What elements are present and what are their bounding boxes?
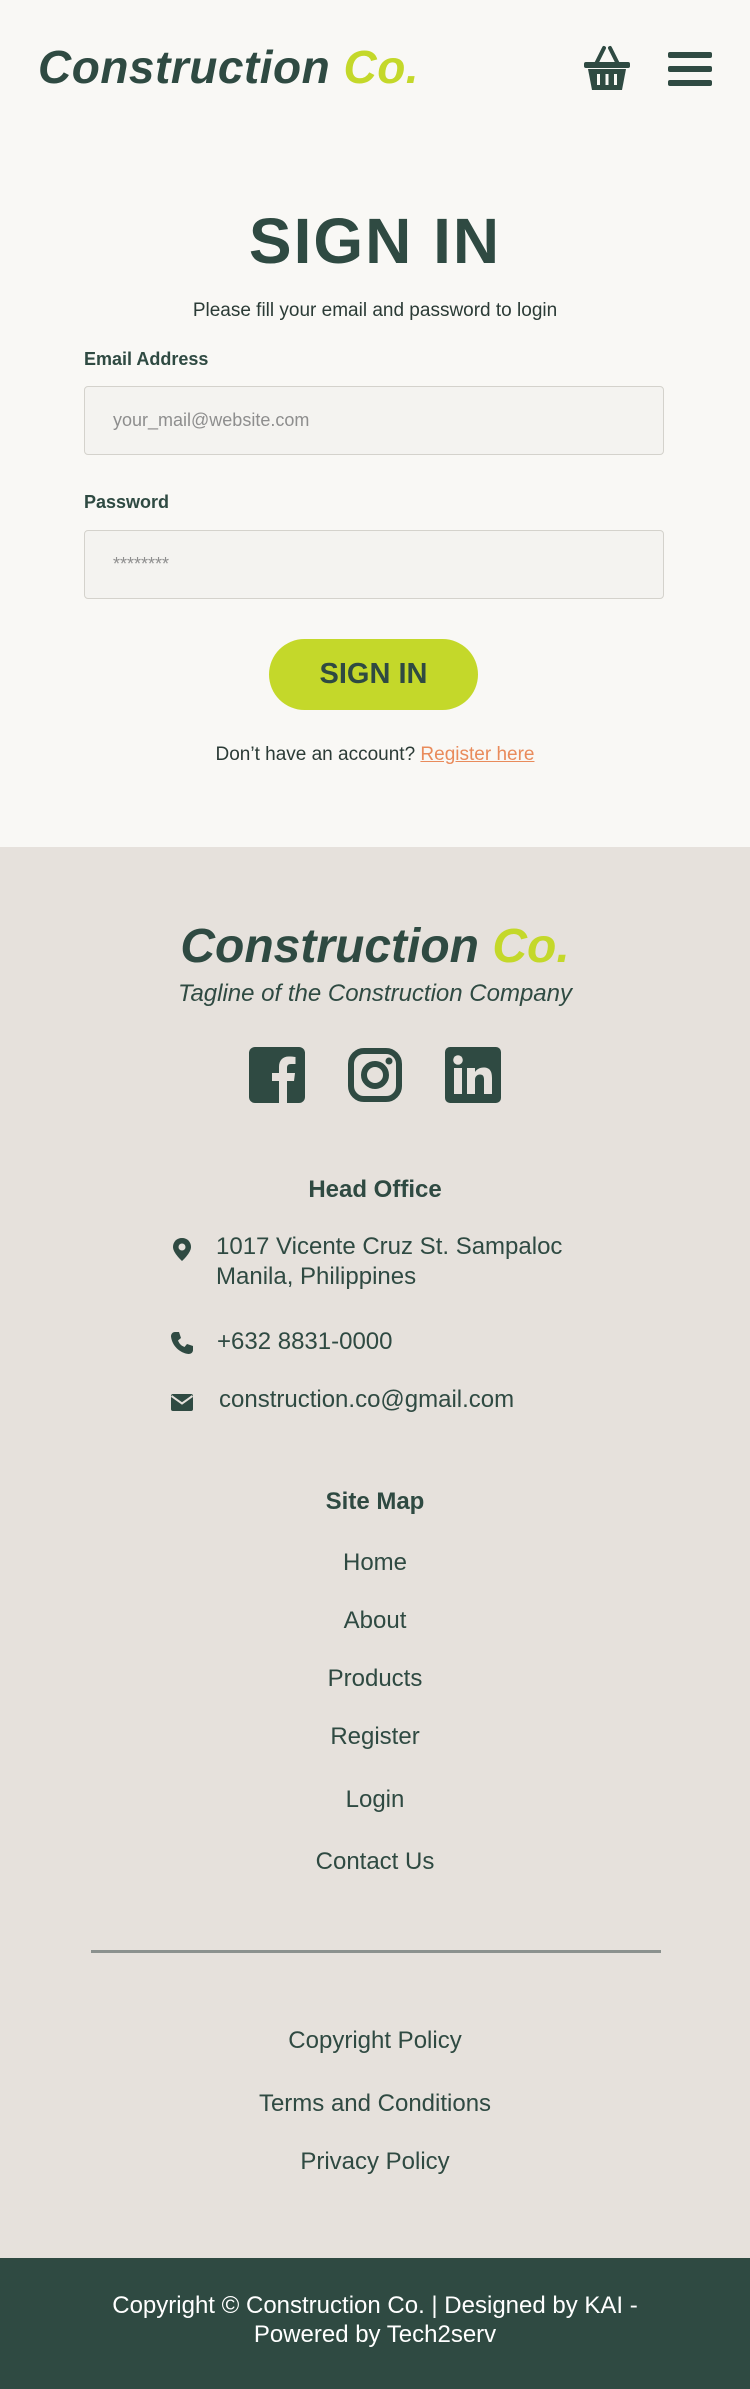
site-header: Construction Co.: [0, 0, 750, 140]
register-link[interactable]: Register here: [420, 744, 534, 765]
cart-button[interactable]: [582, 44, 632, 92]
email-field[interactable]: [84, 386, 664, 455]
copyright-line-1: Copyright © Construction Co. | Designed …: [112, 2292, 638, 2319]
office-email[interactable]: construction.co@gmail.com: [219, 1385, 514, 1415]
address-line-1: 1017 Vicente Cruz St. Sampaloc: [216, 1233, 563, 1260]
head-office-heading: Head Office: [308, 1176, 442, 1203]
menu-button[interactable]: [668, 52, 712, 88]
office-phone[interactable]: +632 8831-0000: [217, 1327, 393, 1357]
sitemap-link-register[interactable]: Register: [0, 1723, 750, 1751]
footer-brand-logo[interactable]: Construction Co.: [0, 919, 750, 974]
office-address: 1017 Vicente Cruz St. Sampaloc Manila, P…: [216, 1232, 562, 1292]
page-title: SIGN IN: [248, 205, 502, 277]
sitemap-link-contact-us[interactable]: Contact Us: [0, 1848, 750, 1876]
footer-brand-name: Construction: [180, 920, 479, 973]
brand-name: Construction: [38, 41, 331, 93]
sitemap-link-home[interactable]: Home: [0, 1549, 750, 1577]
copyright-bar: Copyright © Construction Co. | Designed …: [0, 2258, 750, 2389]
envelope-icon: [170, 1394, 194, 1411]
linkedin-icon: [445, 1047, 501, 1103]
facebook-link[interactable]: [249, 1047, 305, 1103]
password-label: Password: [84, 492, 170, 512]
password-field[interactable]: [84, 530, 664, 599]
copyright-text: Copyright © Construction Co. | Designed …: [0, 2291, 750, 2349]
footer-divider: [91, 1950, 661, 1953]
sitemap-link-products[interactable]: Products: [0, 1665, 750, 1693]
brand-accent: Co.: [343, 41, 420, 93]
site-footer: Construction Co. Tagline of the Construc…: [0, 847, 750, 2258]
register-prompt-text: Don’t have an account?: [215, 744, 421, 765]
instagram-link[interactable]: [347, 1047, 403, 1103]
basket-icon: [584, 46, 630, 90]
signin-section: SIGN IN Please fill your email and passw…: [0, 140, 750, 847]
footer-tagline: Tagline of the Construction Company: [177, 980, 572, 1007]
brand-logo[interactable]: Construction Co.: [38, 40, 419, 94]
copyright-line-2: Powered by Tech2serv: [253, 2321, 497, 2348]
email-label: Email Address: [84, 349, 209, 369]
hamburger-menu-icon: [668, 52, 712, 86]
map-pin-icon: [173, 1238, 191, 1261]
copyright-policy-link[interactable]: Copyright Policy: [0, 2027, 750, 2055]
signin-subtitle: Please fill your email and password to l…: [192, 300, 558, 321]
sitemap-link-about[interactable]: About: [0, 1607, 750, 1635]
signin-button[interactable]: SIGN IN: [269, 639, 478, 710]
register-prompt: Don’t have an account? Register here: [0, 744, 750, 766]
address-line-2: Manila, Philippines: [216, 1263, 417, 1290]
linkedin-link[interactable]: [445, 1047, 501, 1103]
terms-link[interactable]: Terms and Conditions: [0, 2090, 750, 2118]
site-map-heading: Site Map: [325, 1488, 425, 1515]
phone-icon: [171, 1332, 193, 1354]
privacy-policy-link[interactable]: Privacy Policy: [0, 2148, 750, 2176]
instagram-icon: [348, 1048, 402, 1102]
sitemap-link-login[interactable]: Login: [0, 1786, 750, 1814]
footer-brand-accent: Co.: [492, 920, 570, 973]
facebook-icon: [249, 1047, 305, 1103]
